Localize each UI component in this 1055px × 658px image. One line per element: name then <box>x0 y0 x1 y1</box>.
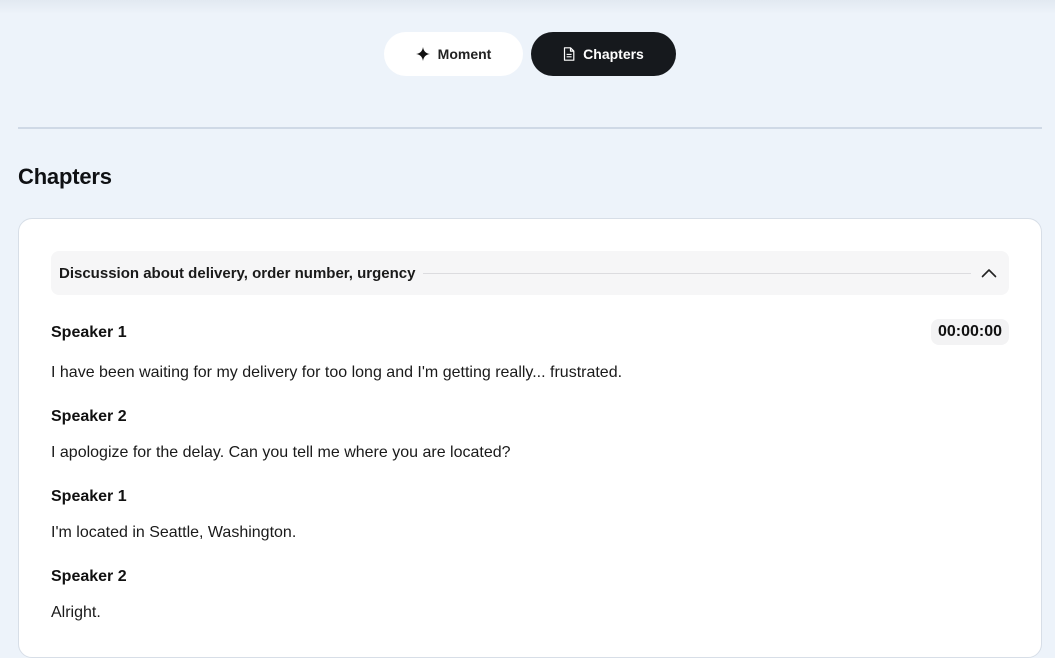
chapters-button[interactable]: Chapters <box>531 32 676 76</box>
utterance-text: I'm located in Seattle, Washington. <box>51 524 297 541</box>
utterance-text: I have been waiting for my delivery for … <box>51 364 623 381</box>
speaker-label: Speaker 1 <box>51 324 127 341</box>
moment-button[interactable]: Moment <box>384 32 523 76</box>
timestamp-badge[interactable]: 00:00:00 <box>930 319 1009 345</box>
sparkle-icon <box>415 47 430 61</box>
chapter-header[interactable]: Discussion about delivery, order number,… <box>51 251 1009 295</box>
chapter-header-rule <box>423 272 971 274</box>
document-icon <box>563 47 575 61</box>
chapters-card: Discussion about delivery, order number,… <box>18 218 1042 658</box>
chapters-button-label: Chapters <box>583 46 644 62</box>
page-title: Chapters <box>18 164 112 189</box>
section-divider <box>18 127 1042 129</box>
top-shadow <box>0 0 1055 14</box>
speaker-label: Speaker 2 <box>51 408 127 425</box>
utterance-text: Alright. <box>51 604 101 621</box>
chapter-title: Discussion about delivery, order number,… <box>59 264 416 282</box>
utterance-text: I apologize for the delay. Can you tell … <box>51 444 511 461</box>
chevron-up-icon[interactable] <box>979 263 999 283</box>
speaker-label: Speaker 1 <box>51 488 127 505</box>
moment-button-label: Moment <box>437 46 492 62</box>
speaker-label: Speaker 2 <box>51 568 127 585</box>
view-toggle: Moment Chapters <box>384 32 676 76</box>
